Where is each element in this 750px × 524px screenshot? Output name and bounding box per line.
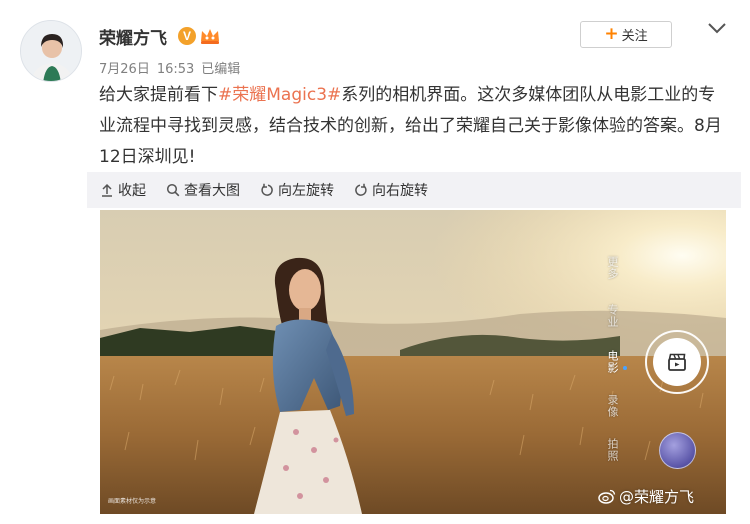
author-avatar[interactable] <box>20 20 82 82</box>
author-name[interactable]: 荣耀方飞 <box>99 24 167 49</box>
clapperboard-icon <box>668 353 686 371</box>
post-time[interactable]: 16:53 <box>157 62 194 77</box>
wheat-field-photo <box>100 210 726 514</box>
mode-movie[interactable]: 电影 <box>596 350 620 374</box>
post-date[interactable]: 7月26日 <box>99 62 150 77</box>
view-large-label: 查看大图 <box>184 183 240 199</box>
rotate-left-button[interactable]: 向左旋转 <box>260 180 334 200</box>
chevron-down-icon[interactable] <box>706 20 728 36</box>
collapse-label: 收起 <box>118 183 146 199</box>
edited-label: 已编辑 <box>201 62 241 77</box>
rotate-left-icon <box>261 183 273 196</box>
active-mode-indicator <box>623 366 627 370</box>
sample-note: 画面素材仅为示意 <box>108 498 157 505</box>
rotate-right-icon <box>355 183 367 196</box>
follow-button[interactable]: + 关注 <box>580 21 672 48</box>
mode-pro[interactable]: 专业 <box>596 304 620 328</box>
mode-video[interactable]: 录像 <box>596 394 620 418</box>
mode-more[interactable]: 更多 <box>596 256 620 280</box>
watermark-text: @荣耀方飞 <box>619 488 695 506</box>
follow-label: 关注 <box>621 29 648 44</box>
hashtag-link[interactable]: #荣耀Magic3# <box>218 85 341 105</box>
vip-crown-icon <box>201 29 219 44</box>
rotate-left-label: 向左旋转 <box>278 183 334 199</box>
avatar-portrait <box>21 21 81 81</box>
post-image[interactable]: 画面素材仅为示意 <box>100 210 726 514</box>
weibo-logo-icon <box>598 489 616 504</box>
post-text-before: 给大家提前看下 <box>99 85 218 105</box>
shutter-inner <box>653 338 701 386</box>
mode-photo[interactable]: 拍照 <box>596 438 620 462</box>
gallery-thumbnail[interactable] <box>659 432 696 469</box>
post-text: 给大家提前看下#荣耀Magic3#系列的相机界面。这次多媒体团队从电影工业的专业… <box>99 80 729 173</box>
rotate-right-label: 向右旋转 <box>372 183 428 199</box>
search-icon <box>166 183 180 197</box>
plus-icon: + <box>604 24 619 44</box>
image-toolbar: 收起 查看大图 向左旋转 向右旋转 <box>87 172 741 208</box>
verified-badge-icon: V <box>178 27 196 45</box>
camera-mode-list: 更多 专业 电影 录像 拍照 <box>596 256 620 476</box>
post-meta: 7月26日 16:53 已编辑 <box>99 58 247 77</box>
weibo-watermark: @荣耀方飞 <box>598 486 694 507</box>
view-large-button[interactable]: 查看大图 <box>166 180 240 200</box>
shutter-button[interactable] <box>645 330 709 394</box>
collapse-button[interactable]: 收起 <box>100 180 146 200</box>
rotate-right-button[interactable]: 向右旋转 <box>354 180 428 200</box>
arrow-up-icon <box>102 183 112 197</box>
